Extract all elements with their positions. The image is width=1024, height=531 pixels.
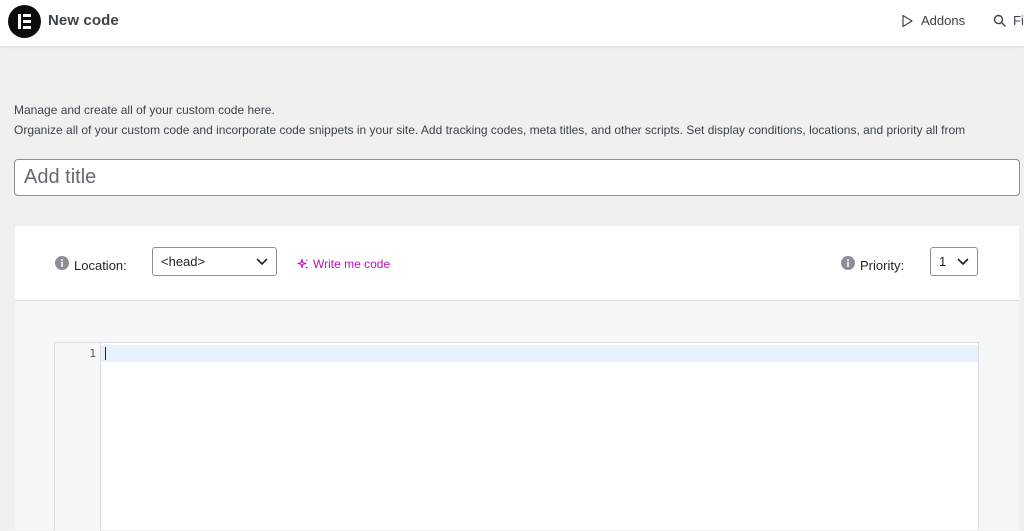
line-number-gutter: 1 [55, 343, 101, 531]
priority-label: Priority: [860, 258, 905, 273]
info-icon[interactable] [841, 256, 855, 270]
line-number: 1 [89, 347, 96, 360]
addons-label: Addons [921, 13, 966, 28]
code-panel: Location: <head> Write me code Priority:… [15, 226, 1019, 531]
chevron-down-icon [957, 258, 969, 265]
priority-selected-value: 1 [939, 254, 947, 269]
chevron-down-icon [256, 258, 268, 265]
finder-label: Fi [1013, 13, 1024, 28]
description-line-2: Organize all of your custom code and inc… [14, 123, 966, 137]
location-label: Location: [74, 258, 127, 273]
priority-select[interactable]: 1 [930, 247, 978, 276]
code-editor[interactable]: 1 [54, 342, 979, 531]
search-icon [993, 14, 1006, 27]
elementor-logo-icon[interactable] [8, 5, 41, 38]
description-line-1: Manage and create all of your custom cod… [14, 103, 275, 117]
page-description: Manage and create all of your custom cod… [14, 100, 1024, 140]
page-title: New code [48, 12, 119, 29]
code-settings-bar: Location: <head> Write me code Priority:… [15, 226, 1019, 301]
finder-button[interactable]: Fi [993, 13, 1024, 28]
location-select[interactable]: <head> [152, 247, 277, 276]
active-line[interactable] [101, 345, 978, 362]
text-cursor [105, 347, 106, 360]
location-selected-value: <head> [161, 254, 206, 269]
write-me-code-link[interactable]: Write me code [297, 257, 390, 271]
top-bar: New code Addons Fi [0, 0, 1024, 46]
play-triangle-icon [902, 14, 913, 27]
addons-button[interactable]: Addons [900, 13, 965, 28]
write-me-code-label: Write me code [313, 257, 391, 271]
title-input[interactable] [14, 159, 1020, 196]
info-icon[interactable] [55, 256, 69, 270]
sparkle-icon [297, 258, 308, 269]
